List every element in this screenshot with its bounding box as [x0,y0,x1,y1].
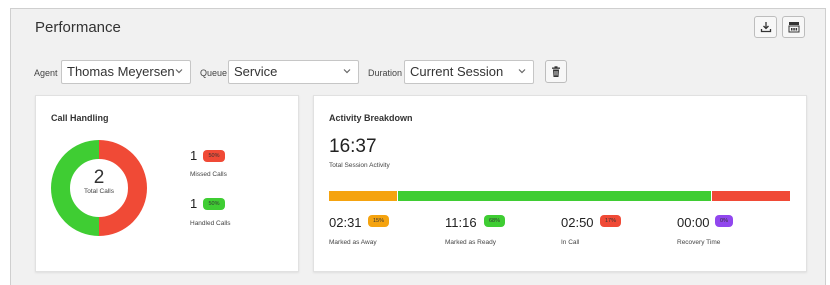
activity-bar-in-call [712,191,790,201]
ready-badge: 68% [484,215,505,227]
card-title: Call Handling [51,113,109,123]
chevron-down-icon [343,69,351,74]
ready-label: Marked as Ready [445,239,496,246]
total-session-label: Total Session Activity [329,162,390,169]
recovery-badge: 0% [715,215,733,227]
activity-bar-away [329,191,398,201]
activity-bar-ready [398,191,712,201]
queue-label: Queue [200,68,228,78]
handled-calls-badge: 50% [203,198,225,210]
clear-filters-button[interactable] [545,60,567,83]
queue-select[interactable]: Service [228,60,359,84]
layout-button[interactable] [782,16,805,38]
handled-calls-label: Handled Calls [190,220,231,227]
missed-calls-count: 1 [190,148,198,163]
agent-select-value: Thomas Meyersen [67,64,175,79]
performance-panel: Performance Agent Thomas Meyersen Queue … [10,8,826,285]
card-title: Activity Breakdown [329,113,413,123]
agent-select[interactable]: Thomas Meyersen [61,60,191,84]
chevron-down-icon [175,69,183,74]
duration-label: Duration [368,68,403,78]
in-call-badge: 17% [600,215,621,227]
total-calls-label: Total Calls [84,188,114,195]
call-handling-card: Call Handling 2 Total Calls 1 50% Missed… [35,95,299,272]
missed-calls-badge: 50% [203,150,225,162]
duration-select-value: Current Session [410,64,504,79]
recovery-label: Recovery Time [677,239,721,246]
away-label: Marked as Away [329,239,377,246]
layout-icon [788,22,799,33]
download-icon [760,22,771,33]
trash-icon [552,65,560,77]
download-button[interactable] [754,16,777,38]
agent-label: Agent [34,68,58,78]
chevron-down-icon [518,69,526,74]
ready-time: 11:16 [445,215,477,230]
total-session-time: 16:37 [329,136,377,157]
handled-calls-count: 1 [190,196,198,211]
page-title: Performance [35,19,121,36]
queue-select-value: Service [234,64,278,79]
activity-breakdown-card: Activity Breakdown 16:37 Total Session A… [313,95,807,272]
recovery-time: 00:00 [677,215,710,230]
in-call-label: In Call [561,239,580,246]
in-call-time: 02:50 [561,215,594,230]
duration-select[interactable]: Current Session [404,60,534,84]
missed-calls-label: Missed Calls [190,171,227,178]
away-badge: 15% [368,215,389,227]
total-calls-value: 2 [93,167,105,188]
away-time: 02:31 [329,215,362,230]
